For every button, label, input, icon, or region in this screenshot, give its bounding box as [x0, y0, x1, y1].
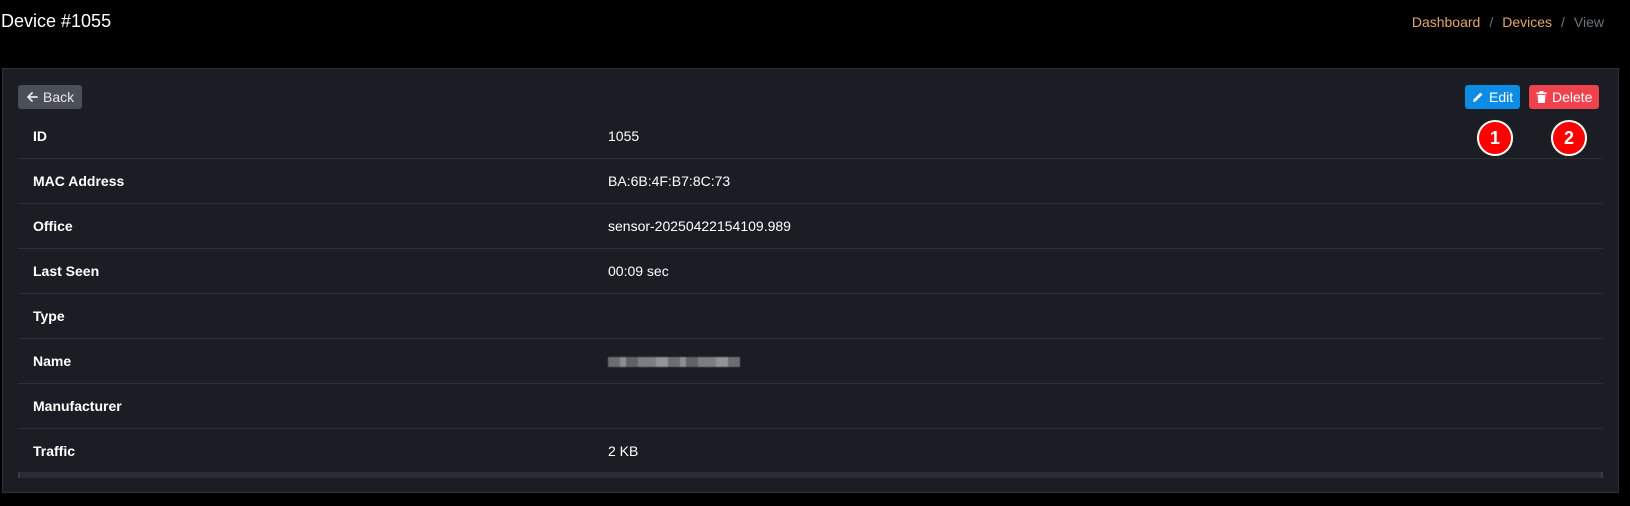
redacted-name-value [608, 357, 740, 368]
table-row: Type [18, 293, 1603, 339]
row-label-mac-address: MAC Address [18, 158, 593, 204]
device-details-table: ID 1055 MAC Address BA:6B:4F:B7:8C:73 Of… [18, 114, 1603, 473]
row-value-office: sensor-20250422154109.989 [593, 203, 1603, 249]
trash-icon [1536, 91, 1547, 103]
row-value-type [593, 293, 1603, 339]
breadcrumb-separator: / [1561, 14, 1565, 30]
edit-button[interactable]: Edit [1465, 85, 1521, 109]
table-row: Office sensor-20250422154109.989 [18, 203, 1603, 249]
row-value-manufacturer [593, 383, 1603, 429]
pencil-icon [1472, 91, 1484, 103]
annotation-marker-edit: 1 [1477, 120, 1513, 156]
breadcrumb-separator: / [1489, 14, 1494, 30]
edit-button-label: Edit [1489, 89, 1514, 105]
row-label-id: ID [18, 114, 593, 159]
row-label-office: Office [18, 203, 593, 249]
row-label-name: Name [18, 338, 593, 384]
table-row: ID 1055 [18, 114, 1603, 159]
row-label-manufacturer: Manufacturer [18, 383, 593, 429]
back-button[interactable]: Back [18, 85, 83, 109]
table-row: Last Seen 00:09 sec [18, 248, 1603, 294]
page-title: Device #1055 [1, 11, 112, 31]
breadcrumb: Dashboard / Devices / View [1412, 14, 1604, 30]
breadcrumb-dashboard-link[interactable]: Dashboard [1412, 14, 1481, 30]
row-value-name [593, 338, 1603, 384]
row-value-mac-address: BA:6B:4F:B7:8C:73 [593, 158, 1603, 204]
breadcrumb-devices-link[interactable]: Devices [1502, 14, 1552, 30]
row-label-type: Type [18, 293, 593, 339]
table-row: Traffic 2 KB [18, 429, 1603, 474]
row-value-id: 1055 [593, 114, 1603, 159]
delete-button[interactable]: Delete [1529, 85, 1600, 109]
table-row: MAC Address BA:6B:4F:B7:8C:73 [18, 158, 1603, 204]
device-details-card: Back Edit Delete ID 1055 MAC Address BA:… [2, 68, 1619, 493]
table-row: Manufacturer [18, 383, 1603, 429]
row-value-last-seen: 00:09 sec [593, 248, 1603, 294]
delete-button-label: Delete [1552, 89, 1593, 105]
row-label-last-seen: Last Seen [18, 248, 593, 294]
breadcrumb-current: View [1573, 14, 1604, 30]
row-value-traffic: 2 KB [608, 443, 639, 459]
annotation-marker-delete: 2 [1551, 120, 1587, 156]
row-label-traffic: Traffic [33, 443, 76, 459]
page-header: Device #1055 Dashboard / Devices / View [0, 0, 1630, 60]
table-row: Name [18, 338, 1603, 384]
back-button-label: Back [43, 89, 75, 105]
arrow-left-icon [26, 91, 38, 103]
horizontal-scrollbar[interactable] [18, 472, 1603, 478]
